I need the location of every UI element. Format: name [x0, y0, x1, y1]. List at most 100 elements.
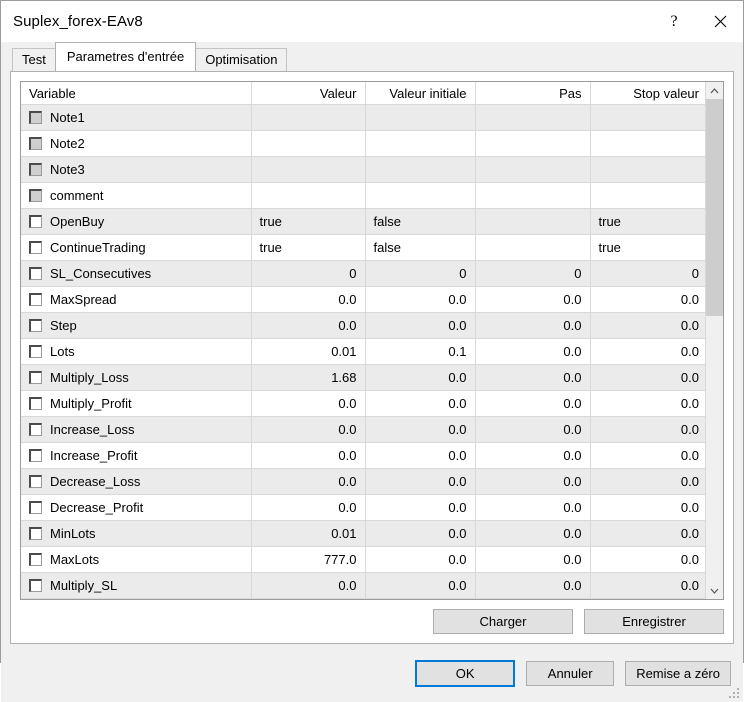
value-cell[interactable]: 0.0 [251, 443, 365, 469]
close-button[interactable] [697, 1, 743, 42]
step-cell[interactable]: 0.0 [475, 495, 590, 521]
help-button[interactable]: ? [651, 1, 697, 42]
table-row[interactable]: MinLots0.010.00.00.0 [21, 521, 705, 547]
scroll-up-button[interactable] [706, 82, 723, 99]
step-cell[interactable]: 0.0 [475, 573, 590, 599]
scroll-down-button[interactable] [706, 582, 723, 599]
stop-value-cell[interactable]: 0.0 [590, 469, 705, 495]
initial-value-cell[interactable] [365, 157, 475, 183]
step-cell[interactable] [475, 183, 590, 209]
value-cell[interactable]: 0.01 [251, 521, 365, 547]
load-button[interactable]: Charger [433, 609, 573, 634]
initial-value-cell[interactable]: false [365, 209, 475, 235]
initial-value-cell[interactable]: 0.0 [365, 469, 475, 495]
stop-value-cell[interactable]: 0.0 [590, 313, 705, 339]
checkbox-icon[interactable] [29, 241, 42, 254]
table-row[interactable]: Note1 [21, 105, 705, 131]
checkbox-icon[interactable] [29, 137, 42, 150]
checkbox-icon[interactable] [29, 319, 42, 332]
ok-button[interactable]: OK [415, 660, 515, 687]
reset-button[interactable]: Remise a zéro [625, 661, 731, 686]
checkbox-icon[interactable] [29, 475, 42, 488]
step-cell[interactable]: 0.0 [475, 469, 590, 495]
initial-value-cell[interactable] [365, 183, 475, 209]
initial-value-cell[interactable]: 0.0 [365, 417, 475, 443]
variable-cell[interactable]: Decrease_Loss [21, 469, 251, 495]
stop-value-cell[interactable]: 0 [590, 261, 705, 287]
variable-cell[interactable]: MinLots [21, 521, 251, 547]
variable-cell[interactable]: Step [21, 313, 251, 339]
tab-optimisation[interactable]: Optimisation [195, 48, 287, 71]
initial-value-cell[interactable]: 0.0 [365, 547, 475, 573]
value-cell[interactable]: 0.01 [251, 339, 365, 365]
value-cell[interactable]: 0.0 [251, 313, 365, 339]
step-cell[interactable]: 0.0 [475, 287, 590, 313]
initial-value-cell[interactable] [365, 131, 475, 157]
variable-cell[interactable]: MaxSpread [21, 287, 251, 313]
stop-value-cell[interactable]: 0.0 [590, 339, 705, 365]
table-row[interactable]: comment [21, 183, 705, 209]
initial-value-cell[interactable]: 0.0 [365, 365, 475, 391]
variable-cell[interactable]: Decrease_Profit [21, 495, 251, 521]
initial-value-cell[interactable]: 0.0 [365, 287, 475, 313]
stop-value-cell[interactable]: 0.0 [590, 287, 705, 313]
step-cell[interactable]: 0.0 [475, 391, 590, 417]
initial-value-cell[interactable]: 0.0 [365, 573, 475, 599]
stop-value-cell[interactable]: 0.0 [590, 365, 705, 391]
checkbox-icon[interactable] [29, 449, 42, 462]
stop-value-cell[interactable] [590, 157, 705, 183]
stop-value-cell[interactable]: 0.0 [590, 547, 705, 573]
table-row[interactable]: Multiply_Loss1.680.00.00.0 [21, 365, 705, 391]
stop-value-cell[interactable]: true [590, 209, 705, 235]
checkbox-icon[interactable] [29, 163, 42, 176]
table-row[interactable]: Decrease_Profit0.00.00.00.0 [21, 495, 705, 521]
column-header-variable[interactable]: Variable [21, 82, 251, 105]
table-row[interactable]: OpenBuytruefalsetrue [21, 209, 705, 235]
step-cell[interactable]: 0.0 [475, 313, 590, 339]
step-cell[interactable]: 0.0 [475, 365, 590, 391]
resize-grip[interactable] [729, 688, 740, 699]
step-cell[interactable]: 0.0 [475, 443, 590, 469]
step-cell[interactable]: 0.0 [475, 547, 590, 573]
stop-value-cell[interactable] [590, 131, 705, 157]
checkbox-icon[interactable] [29, 215, 42, 228]
value-cell[interactable]: 0.0 [251, 391, 365, 417]
checkbox-icon[interactable] [29, 553, 42, 566]
stop-value-cell[interactable]: true [590, 235, 705, 261]
value-cell[interactable]: 1.68 [251, 365, 365, 391]
value-cell[interactable]: 0.0 [251, 287, 365, 313]
scroll-track[interactable] [706, 99, 723, 582]
variable-cell[interactable]: comment [21, 183, 251, 209]
value-cell[interactable] [251, 131, 365, 157]
step-cell[interactable] [475, 131, 590, 157]
step-cell[interactable]: 0.0 [475, 417, 590, 443]
checkbox-icon[interactable] [29, 371, 42, 384]
checkbox-icon[interactable] [29, 345, 42, 358]
stop-value-cell[interactable]: 0.0 [590, 417, 705, 443]
variable-cell[interactable]: Multiply_Loss [21, 365, 251, 391]
table-row[interactable]: MaxLots777.00.00.00.0 [21, 547, 705, 573]
table-row[interactable]: Multiply_SL0.00.00.00.0 [21, 573, 705, 599]
checkbox-icon[interactable] [29, 527, 42, 540]
value-cell[interactable]: 777.0 [251, 547, 365, 573]
checkbox-icon[interactable] [29, 293, 42, 306]
stop-value-cell[interactable]: 0.0 [590, 391, 705, 417]
table-row[interactable]: Increase_Loss0.00.00.00.0 [21, 417, 705, 443]
variable-cell[interactable]: Multiply_SL [21, 573, 251, 599]
stop-value-cell[interactable]: 0.0 [590, 443, 705, 469]
variable-cell[interactable]: Note2 [21, 131, 251, 157]
table-row[interactable]: MaxSpread0.00.00.00.0 [21, 287, 705, 313]
step-cell[interactable] [475, 235, 590, 261]
initial-value-cell[interactable]: 0.0 [365, 521, 475, 547]
initial-value-cell[interactable]: 0.0 [365, 391, 475, 417]
stop-value-cell[interactable] [590, 183, 705, 209]
initial-value-cell[interactable]: 0.1 [365, 339, 475, 365]
checkbox-icon[interactable] [29, 397, 42, 410]
table-row[interactable]: ContinueTradingtruefalsetrue [21, 235, 705, 261]
initial-value-cell[interactable]: 0.0 [365, 313, 475, 339]
initial-value-cell[interactable] [365, 105, 475, 131]
variable-cell[interactable]: Lots [21, 339, 251, 365]
stop-value-cell[interactable]: 0.0 [590, 573, 705, 599]
table-row[interactable]: Lots0.010.10.00.0 [21, 339, 705, 365]
column-header-pas[interactable]: Pas [475, 82, 590, 105]
